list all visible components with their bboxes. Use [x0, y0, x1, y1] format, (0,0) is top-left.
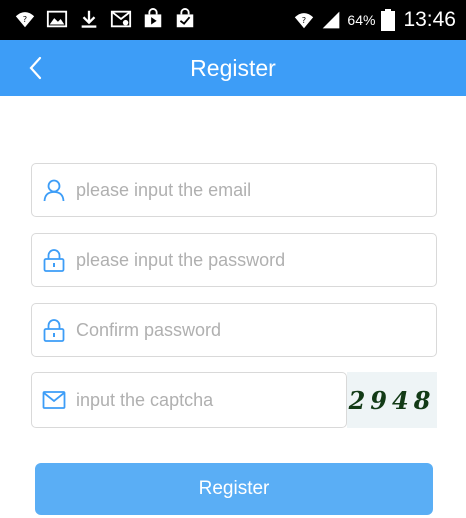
confirm-password-input[interactable] [76, 304, 426, 356]
image-icon [46, 10, 68, 28]
page-title: Register [190, 55, 276, 81]
wifi-icon: ? [295, 13, 314, 29]
lock-icon [43, 319, 65, 342]
email-input[interactable] [76, 164, 426, 216]
store-check-icon [176, 8, 194, 28]
user-icon [43, 179, 65, 202]
register-button[interactable]: Register [35, 463, 433, 515]
notification-icons: ? [14, 8, 196, 30]
captcha-code: 2948 [348, 385, 436, 415]
captcha-field[interactable] [31, 372, 347, 428]
status-bar: ? ? 64% 13:46 [0, 0, 466, 40]
svg-text:?: ? [23, 14, 27, 24]
mail-icon [42, 391, 66, 409]
password-field[interactable] [31, 233, 437, 287]
image-mail-icon [110, 10, 132, 28]
signal-icon [323, 11, 340, 29]
download-icon [81, 10, 97, 28]
password-input[interactable] [76, 234, 426, 286]
svg-text:?: ? [302, 15, 306, 25]
captcha-input[interactable] [76, 373, 336, 427]
system-status: ? 64% 13:46 [293, 0, 456, 40]
email-field[interactable] [31, 163, 437, 217]
clock: 13:46 [403, 8, 456, 31]
lock-icon [43, 249, 65, 272]
battery-percent: 64% [347, 12, 376, 28]
app-header: Register [0, 40, 466, 96]
back-button[interactable] [22, 52, 52, 84]
confirm-password-field[interactable] [31, 303, 437, 357]
wifi-question-icon: ? [15, 12, 35, 28]
chevron-left-icon [29, 56, 42, 80]
store-play-icon [144, 8, 162, 28]
battery-icon [381, 9, 396, 31]
captcha-image[interactable]: 2948 [347, 372, 437, 428]
